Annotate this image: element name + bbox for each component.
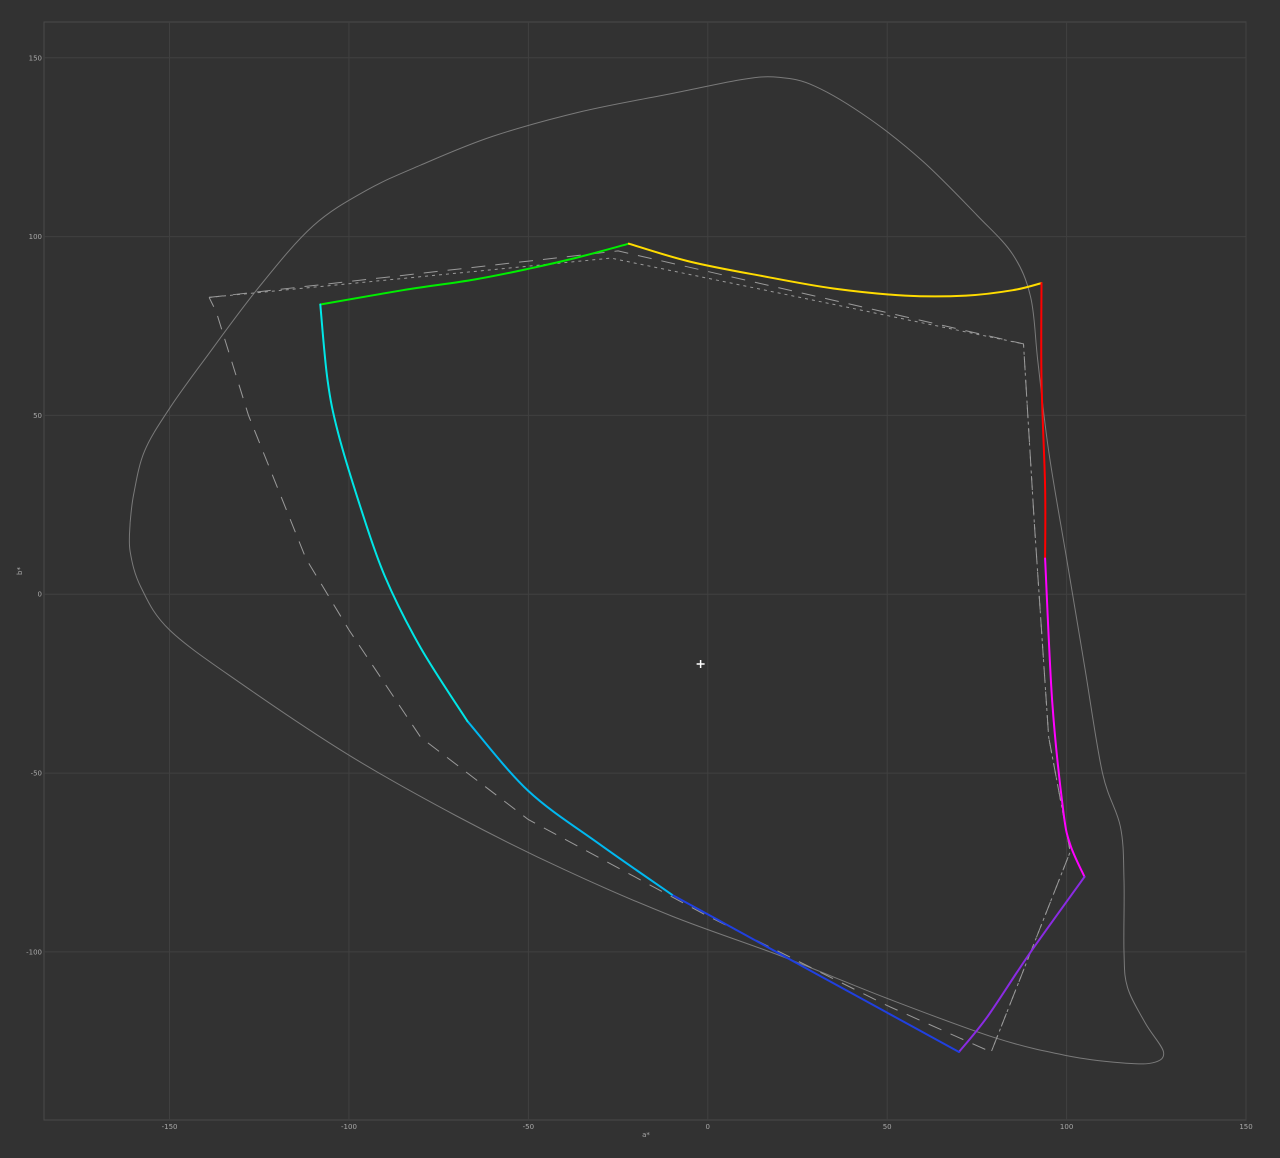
reference-gamut-dashed <box>208 250 1071 1053</box>
x-tick-label: 50 <box>883 1123 892 1131</box>
x-tick-label: -150 <box>162 1123 178 1131</box>
white-point-marker <box>696 659 705 668</box>
gamut-chart: -150 -100 -50 0 50 100 150150100500-50-100 a* … <box>16 21 1253 1139</box>
x-tick-label: 0 <box>706 1123 710 1131</box>
y-tick-label: -100 <box>26 948 42 956</box>
gamut-boundary-segment <box>958 875 1086 1053</box>
gamut-boundary-segment <box>627 242 1043 298</box>
y-tick-label: 100 <box>29 233 42 241</box>
spectral-locus-outline <box>128 76 1165 1065</box>
gamut-boundary-segment <box>670 893 960 1053</box>
y-axis-label: b* <box>16 567 24 575</box>
y-tick-label: 0 <box>38 591 42 599</box>
x-tick-label: 150 <box>1239 1123 1252 1131</box>
x-tick-label: -50 <box>523 1123 534 1131</box>
data-series <box>128 76 1165 1065</box>
gamut-boundary-segment <box>319 303 469 723</box>
grid-lines <box>44 22 1247 1120</box>
gamut-boundary-segment <box>319 242 630 306</box>
x-tick-label: 100 <box>1060 1123 1073 1131</box>
plot-frame <box>43 21 1247 1121</box>
x-tick-label: -100 <box>341 1123 357 1131</box>
y-tick-label: -50 <box>31 770 42 778</box>
x-axis-label: a* <box>642 1131 650 1139</box>
reference-gamut-dotted <box>209 257 1071 1053</box>
gamut-boundary-segment <box>1044 557 1086 878</box>
y-tick-label: 150 <box>29 54 42 62</box>
y-tick-label: 50 <box>33 412 42 420</box>
tick-labels: -150 -100 -50 0 50 100 150 150 100 50 0 -50 -100 <box>26 54 1253 1131</box>
gamut-boundary-segment <box>466 720 673 896</box>
